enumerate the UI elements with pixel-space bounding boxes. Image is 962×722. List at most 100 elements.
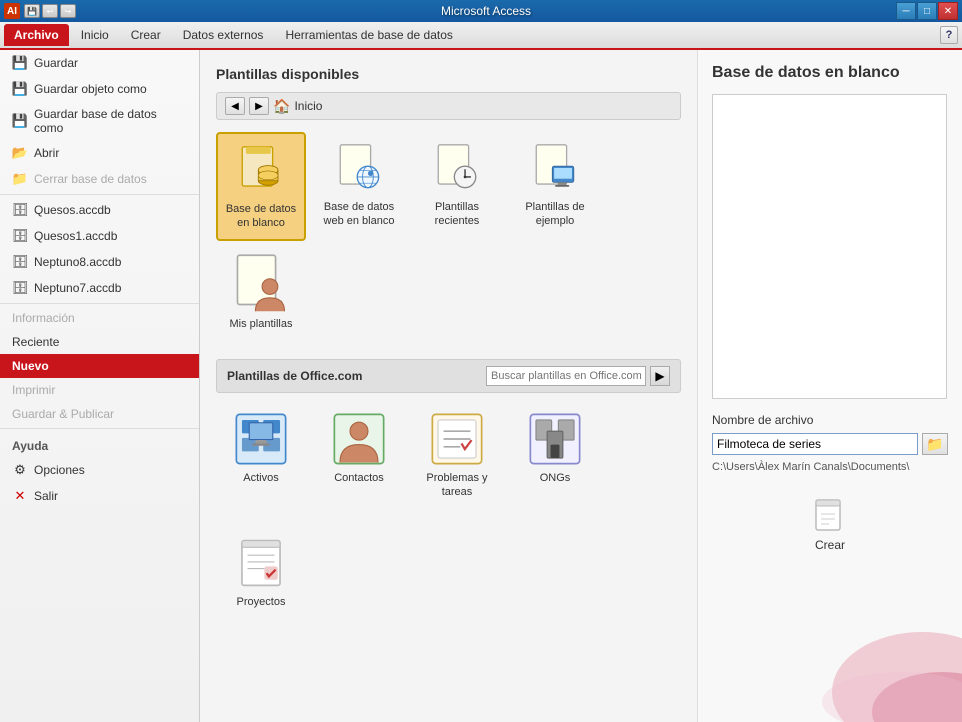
close-db-icon: 📁: [12, 171, 28, 187]
sidebar-item-salir[interactable]: ✕ Salir: [0, 483, 199, 509]
search-box: ▶: [486, 366, 670, 386]
search-button[interactable]: ▶: [650, 366, 670, 386]
blank-db-icon: [233, 142, 289, 198]
sidebar-item-quesos[interactable]: 🗄 Quesos.accdb: [0, 197, 199, 223]
ongs-label: ONGs: [540, 471, 571, 485]
template-problemas[interactable]: Problemas y tareas: [412, 403, 502, 508]
file-name-input[interactable]: [712, 433, 918, 455]
open-icon: 📂: [12, 145, 28, 161]
window-title: Microsoft Access: [76, 4, 896, 18]
web-blank-icon: [331, 140, 387, 196]
sidebar-item-guardar-publicar: Guardar & Publicar: [0, 402, 199, 426]
office-header: Plantillas de Office.com ▶: [216, 359, 681, 393]
my-templates-label: Mis plantillas: [230, 317, 293, 331]
content-area: Plantillas disponibles ◀ ▶ 🏠 Inicio: [200, 50, 962, 722]
sidebar-item-nuevo[interactable]: Nuevo: [0, 354, 199, 378]
template-blank-db[interactable]: Base de datos en blanco: [216, 132, 306, 241]
more-templates-grid: Proyectos: [216, 527, 681, 617]
ribbon: Archivo Inicio Crear Datos externos Herr…: [0, 22, 962, 50]
problemas-icon: [429, 411, 485, 467]
sidebar-divider-3: [0, 428, 199, 429]
activos-label: Activos: [243, 471, 278, 485]
file-path: C:\Users\Àlex Marín Canals\Documents\: [712, 461, 948, 473]
app-icon: AI: [4, 3, 20, 19]
template-my[interactable]: Mis plantillas: [216, 249, 306, 339]
tab-datos-externos[interactable]: Datos externos: [173, 24, 274, 46]
recent-label: Plantillas recientes: [416, 200, 498, 229]
tab-herramientas[interactable]: Herramientas de base de datos: [275, 24, 462, 46]
restore-button[interactable]: □: [917, 2, 937, 20]
sidebar-item-informacion: Información: [0, 306, 199, 330]
sidebar-item-guardar-bd[interactable]: 💾 Guardar base de datos como: [0, 102, 199, 140]
tab-inicio[interactable]: Inicio: [71, 24, 119, 46]
template-sample[interactable]: Plantillas de ejemplo: [510, 132, 600, 241]
sidebar-divider-1: [0, 194, 199, 195]
title-bar-left: AI 💾 ↩ ↪: [4, 3, 76, 19]
contactos-icon: [331, 411, 387, 467]
nav-label: Inicio: [294, 99, 322, 113]
sidebar-item-guardar-objeto[interactable]: 💾 Guardar objeto como: [0, 76, 199, 102]
proyectos-label: Proyectos: [237, 595, 286, 609]
contactos-label: Contactos: [334, 471, 384, 485]
recent-icon: [429, 140, 485, 196]
sidebar-divider-2: [0, 303, 199, 304]
exit-icon: ✕: [12, 488, 28, 504]
sample-label: Plantillas de ejemplo: [514, 200, 596, 229]
tab-archivo[interactable]: Archivo: [4, 24, 69, 46]
close-button[interactable]: ✕: [938, 2, 958, 20]
folder-browse-button[interactable]: 📁: [922, 433, 948, 455]
sidebar-item-reciente[interactable]: Reciente: [0, 330, 199, 354]
template-recent[interactable]: Plantillas recientes: [412, 132, 502, 241]
title-bar: AI 💾 ↩ ↪ Microsoft Access ─ □ ✕: [0, 0, 962, 22]
help-button[interactable]: ?: [940, 26, 958, 44]
undo-quick-btn[interactable]: ↩: [42, 4, 58, 18]
minimize-button[interactable]: ─: [896, 2, 916, 20]
create-btn-container: Crear: [712, 489, 948, 561]
sidebar-item-opciones[interactable]: ⚙ Opciones: [0, 457, 199, 483]
section-title: Plantillas disponibles: [216, 66, 681, 82]
search-input[interactable]: [486, 366, 646, 386]
template-activos[interactable]: Activos: [216, 403, 306, 508]
ongs-icon: [527, 411, 583, 467]
file-name-row: 📁: [712, 433, 948, 455]
sidebar-item-imprimir: Imprimir: [0, 378, 199, 402]
ribbon-right: ?: [940, 26, 958, 44]
create-button[interactable]: Crear: [794, 489, 866, 561]
template-proyectos[interactable]: Proyectos: [216, 527, 306, 617]
main-layout: 💾 Guardar 💾 Guardar objeto como 💾 Guarda…: [0, 50, 962, 722]
save-icon: 💾: [12, 55, 28, 71]
options-icon: ⚙: [12, 462, 28, 478]
sidebar-item-neptuno8[interactable]: 🗄 Neptuno8.accdb: [0, 249, 199, 275]
redo-quick-btn[interactable]: ↪: [60, 4, 76, 18]
save-db-icon: 💾: [12, 113, 28, 129]
proyectos-icon: [233, 535, 289, 591]
db-file-icon-4: 🗄: [12, 280, 28, 296]
sidebar-item-guardar[interactable]: 💾 Guardar: [0, 50, 199, 76]
office-section: Plantillas de Office.com ▶: [216, 359, 681, 618]
decoration: [762, 602, 962, 722]
db-file-icon: 🗄: [12, 202, 28, 218]
blank-db-label: Base de datos en blanco: [222, 202, 300, 231]
tab-crear[interactable]: Crear: [121, 24, 171, 46]
create-icon: [812, 498, 848, 534]
nav-back-btn[interactable]: ◀: [225, 97, 245, 115]
sidebar-item-quesos1[interactable]: 🗄 Quesos1.accdb: [0, 223, 199, 249]
template-web-blank[interactable]: Base de datos web en blanco: [314, 132, 404, 241]
window-controls: ─ □ ✕: [896, 2, 958, 20]
db-file-icon-3: 🗄: [12, 254, 28, 270]
center-panel: Plantillas disponibles ◀ ▶ 🏠 Inicio: [200, 50, 697, 722]
template-contactos[interactable]: Contactos: [314, 403, 404, 508]
template-ongs[interactable]: ONGs: [510, 403, 600, 508]
create-btn-label: Crear: [815, 538, 845, 552]
web-blank-label: Base de datos web en blanco: [318, 200, 400, 229]
my-templates-icon: [233, 257, 289, 313]
office-templates-grid: Activos Contactos: [216, 403, 681, 508]
sidebar-item-abrir[interactable]: 📂 Abrir: [0, 140, 199, 166]
sidebar-item-cerrar: 📁 Cerrar base de datos: [0, 166, 199, 192]
save-quick-btn[interactable]: 💾: [24, 4, 40, 18]
nav-forward-btn[interactable]: ▶: [249, 97, 269, 115]
preview-box: [712, 94, 947, 399]
sidebar: 💾 Guardar 💾 Guardar objeto como 💾 Guarda…: [0, 50, 200, 722]
file-name-label: Nombre de archivo: [712, 413, 948, 427]
sidebar-item-neptuno7[interactable]: 🗄 Neptuno7.accdb: [0, 275, 199, 301]
